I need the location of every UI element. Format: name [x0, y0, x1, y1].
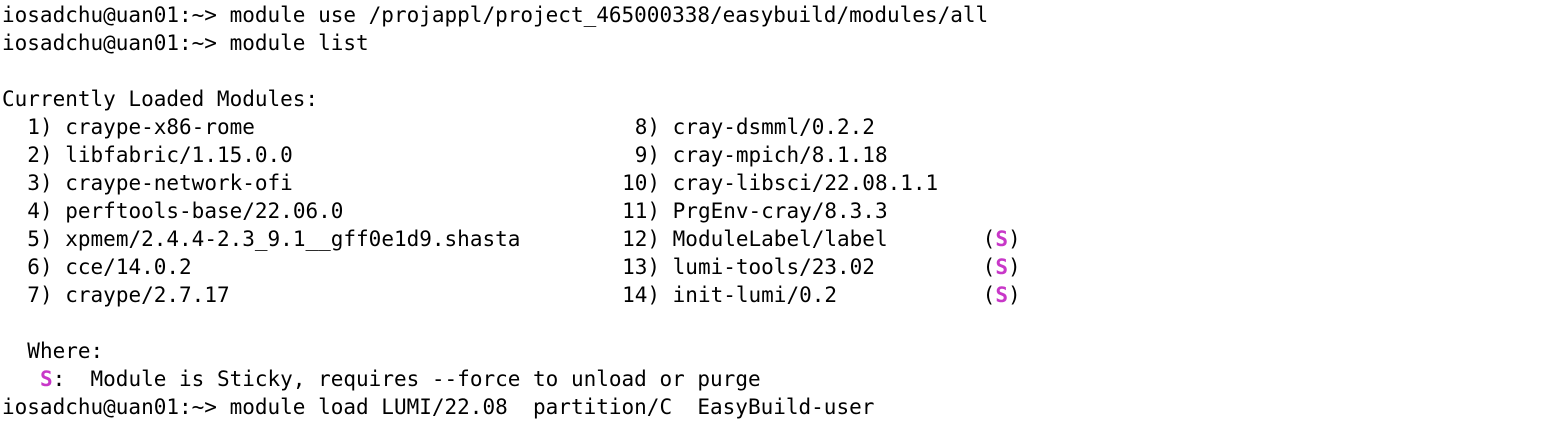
shell-prompt: iosadchu@uan01:~>	[2, 3, 230, 27]
module-left: 4) perftools-base/22.06.0	[2, 197, 604, 225]
loaded-modules-heading: Currently Loaded Modules:	[2, 87, 319, 111]
sticky-flag: S	[995, 227, 1008, 251]
module-number: 10)	[622, 171, 660, 195]
module-name: PrgEnv-cray/8.3.3	[672, 199, 888, 223]
module-name: cray-libsci/22.08.1.1	[672, 171, 939, 195]
module-name: craype-x86-rome	[65, 115, 255, 139]
module-number: 9)	[634, 143, 660, 167]
module-left: 3) craype-network-ofi	[2, 169, 604, 197]
sticky-tag: (S)	[982, 255, 1021, 279]
module-name: craype/2.7.17	[65, 283, 230, 307]
module-number: 6)	[27, 255, 53, 279]
module-name: lumi-tools/23.02	[672, 255, 875, 279]
module-name: libfabric/1.15.0.0	[65, 143, 293, 167]
sticky-flag: S	[995, 255, 1008, 279]
module-row: 7) craype/2.7.17 14) init-lumi/0.2 (S)	[2, 281, 1558, 309]
module-left: 7) craype/2.7.17	[2, 281, 604, 309]
module-name: xpmem/2.4.4-2.3_9.1__gff0e1d9.shasta	[65, 227, 521, 251]
module-name: ModuleLabel/label	[672, 227, 888, 251]
module-row: 1) craype-x86-rome 8) cray-dsmml/0.2.2	[2, 113, 1558, 141]
module-row: 5) xpmem/2.4.4-2.3_9.1__gff0e1d9.shasta 1…	[2, 225, 1558, 253]
module-row: 6) cce/14.0.2 13) lumi-tools/23.02 (S)	[2, 253, 1558, 281]
command-text: module use /projappl/project_465000338/e…	[229, 3, 989, 27]
module-number: 8)	[634, 115, 660, 139]
module-name: perftools-base/22.06.0	[65, 199, 344, 223]
module-right: 14) init-lumi/0.2 (S)	[604, 281, 1021, 309]
module-number: 13)	[622, 255, 660, 279]
where-label: Where:	[27, 339, 104, 363]
module-right: 9) cray-mpich/8.1.18	[604, 141, 983, 169]
module-number: 12)	[622, 227, 660, 251]
where-line: Where:	[2, 337, 1558, 365]
shell-prompt: iosadchu@uan01:~>	[2, 31, 230, 55]
sticky-tag: (S)	[982, 283, 1021, 307]
legend-flag: S	[39, 367, 53, 391]
module-name: cray-dsmml/0.2.2	[672, 115, 875, 139]
command-text[interactable]: module load LUMI/22.08 partition/C EasyB…	[230, 393, 875, 421]
command-text: module list	[229, 31, 369, 55]
module-right: 8) cray-dsmml/0.2.2	[604, 113, 983, 141]
module-name: init-lumi/0.2	[672, 283, 838, 307]
legend-line: S: Module is Sticky, requires --force to…	[2, 365, 1558, 393]
module-row: 3) craype-network-ofi 10) cray-libsci/22.…	[2, 169, 1558, 197]
module-number: 3)	[27, 171, 53, 195]
command-line: iosadchu@uan01:~> module use /projappl/p…	[2, 1, 1558, 29]
module-number: 4)	[27, 199, 53, 223]
module-left: 2) libfabric/1.15.0.0	[2, 141, 604, 169]
output-header: Currently Loaded Modules:	[2, 85, 1558, 113]
module-right: 11) PrgEnv-cray/8.3.3	[604, 197, 983, 225]
module-right: 13) lumi-tools/23.02 (S)	[604, 253, 1021, 281]
module-number: 11)	[622, 199, 660, 223]
module-number: 5)	[27, 227, 53, 251]
module-number: 1)	[27, 115, 53, 139]
module-name: cray-mpich/8.1.18	[672, 143, 888, 167]
sticky-tag: (S)	[982, 227, 1021, 251]
module-name: cce/14.0.2	[65, 255, 192, 279]
module-number: 14)	[622, 283, 660, 307]
module-number: 7)	[27, 283, 53, 307]
command-line: iosadchu@uan01:~> module list	[2, 29, 1558, 57]
terminal-window[interactable]: iosadchu@uan01:~> module use /projappl/p…	[0, 0, 1558, 438]
module-right: 12) ModuleLabel/label (S)	[604, 225, 1021, 253]
sticky-flag: S	[995, 283, 1008, 307]
module-row: 4) perftools-base/22.06.0 11) PrgEnv-cray…	[2, 197, 1558, 225]
module-number: 2)	[27, 143, 53, 167]
module-left: 6) cce/14.0.2	[2, 253, 604, 281]
legend-text: : Module is Sticky, requires --force to …	[52, 367, 761, 391]
module-right: 10) cray-libsci/22.08.1.1	[604, 169, 983, 197]
module-row: 2) libfabric/1.15.0.0 9) cray-mpich/8.1.1…	[2, 141, 1558, 169]
command-line[interactable]: iosadchu@uan01:~> module load LUMI/22.08…	[2, 393, 1558, 421]
module-name: craype-network-ofi	[65, 171, 293, 195]
module-left: 5) xpmem/2.4.4-2.3_9.1__gff0e1d9.shasta	[2, 225, 604, 253]
module-left: 1) craype-x86-rome	[2, 113, 604, 141]
shell-prompt: iosadchu@uan01:~>	[2, 395, 230, 419]
